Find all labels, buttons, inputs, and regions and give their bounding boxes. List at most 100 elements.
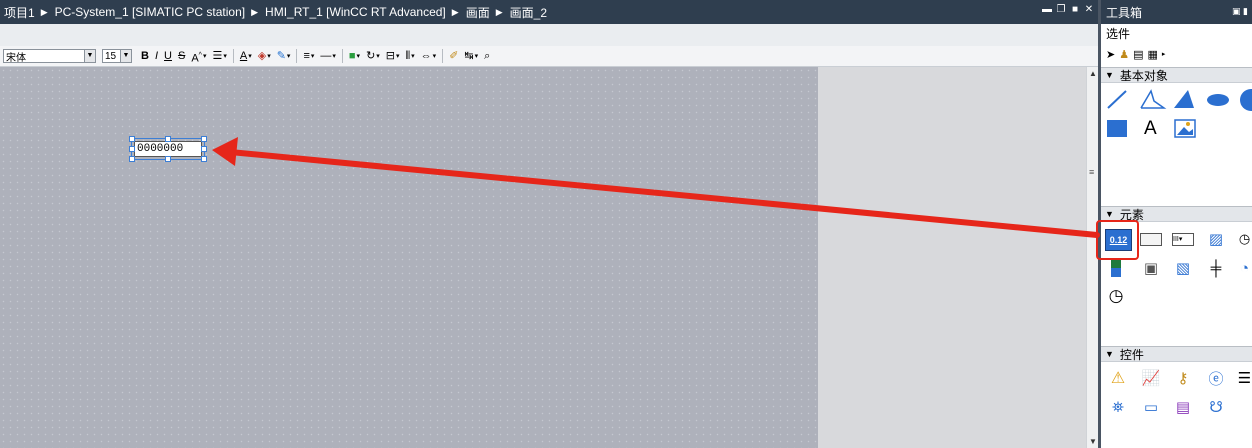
slider-icon[interactable]: ╪: [1205, 258, 1227, 278]
sm-ctrl-view-icon[interactable]: ⛯: [1107, 397, 1129, 417]
breadcrumb-separator-icon: ▶: [251, 6, 259, 17]
resize-handle[interactable]: [165, 136, 171, 142]
chevron-down-icon[interactable]: ▾: [248, 52, 252, 60]
font-name-select[interactable]: 宋体 ▼: [3, 49, 96, 64]
image-icon: [1174, 119, 1196, 138]
symbolic-io-field-icon[interactable]: III▾: [1172, 229, 1194, 249]
toolbox-header: 工具箱 ▣ ▮: [1101, 0, 1252, 24]
bar-icon[interactable]: [1105, 258, 1127, 278]
chevron-down-icon: ▼: [1105, 349, 1114, 359]
scroll-grip-icon[interactable]: ≡: [1089, 167, 1094, 177]
graphic-io-field-icon[interactable]: ▨: [1205, 229, 1227, 249]
switch-icon[interactable]: ▣: [1140, 258, 1162, 278]
screen-canvas[interactable]: [0, 67, 818, 448]
trend-view-icon[interactable]: 📈: [1140, 368, 1162, 388]
text-field-icon[interactable]: A: [1144, 118, 1157, 140]
chevron-down-icon[interactable]: ▾: [267, 52, 271, 60]
breadcrumb-separator-icon: ▶: [495, 6, 503, 17]
tab-order-icon[interactable]: ↹: [464, 48, 473, 64]
user-view-icon[interactable]: ⚷: [1172, 368, 1194, 388]
text-color-button[interactable]: A: [240, 48, 247, 64]
breadcrumb-screen-2[interactable]: 画面_2: [510, 4, 547, 21]
rotate-icon[interactable]: ↻: [366, 48, 375, 64]
chevron-down-icon[interactable]: ▾: [203, 52, 207, 60]
status-force-icon[interactable]: ☋: [1205, 397, 1227, 417]
recipe-view-icon[interactable]: ☰: [1237, 368, 1252, 388]
font-size-select[interactable]: 15 ▼: [102, 49, 132, 63]
resize-handle[interactable]: [129, 146, 135, 152]
resize-handle[interactable]: [201, 136, 207, 142]
gauge-icon[interactable]: ◔: [1237, 258, 1252, 278]
section-basic-objects[interactable]: ▼ 基本对象: [1101, 67, 1252, 83]
font-size-value: 15: [105, 50, 117, 62]
ellipse-icon: [1207, 94, 1229, 106]
date-time-field-icon[interactable]: ◷: [1237, 229, 1252, 249]
chevron-down-icon[interactable]: ▾: [376, 52, 380, 60]
line-weight-icon[interactable]: ≡: [303, 48, 309, 64]
align-icon[interactable]: ⊟: [386, 48, 395, 64]
layer-icon[interactable]: ■: [349, 48, 356, 64]
chevron-down-icon[interactable]: ▼: [84, 50, 95, 62]
resize-handle[interactable]: [165, 156, 171, 162]
fill-color-icon[interactable]: ◈: [258, 48, 266, 64]
chevron-down-icon[interactable]: ▼: [120, 50, 131, 62]
pointer-icon[interactable]: ➤: [1106, 48, 1115, 61]
toolbar-divider: [296, 49, 298, 63]
chevron-down-icon[interactable]: ▾: [223, 52, 227, 60]
resize-handle[interactable]: [129, 136, 135, 142]
resize-handle[interactable]: [201, 156, 207, 162]
pin-icon[interactable]: ▣ ▮: [1232, 6, 1248, 17]
button-tool-icon[interactable]: [1140, 229, 1162, 249]
chevron-down-icon[interactable]: ▾: [475, 52, 479, 60]
library-icon[interactable]: ▤: [1133, 48, 1143, 61]
same-size-icon[interactable]: ⇔: [421, 48, 432, 64]
system-diagnostics-icon[interactable]: ▭: [1140, 397, 1162, 417]
text-align-icon[interactable]: ☰: [212, 48, 222, 64]
io-field-value: 0000000: [134, 141, 202, 157]
chevron-down-icon[interactable]: ▾: [396, 52, 400, 60]
io-field[interactable]: 0000000: [129, 136, 207, 162]
font-grow-button[interactable]: A^: [191, 48, 202, 65]
underline-button[interactable]: U: [164, 48, 172, 64]
breadcrumb-hmi-runtime[interactable]: HMI_RT_1 [WinCC RT Advanced]: [265, 5, 446, 19]
restore-icon[interactable]: ❐: [1056, 5, 1066, 15]
chevron-down-icon[interactable]: ▾: [411, 52, 415, 60]
resize-handle[interactable]: [129, 156, 135, 162]
scroll-up-icon[interactable]: ▲: [1088, 69, 1098, 78]
symbol-library-icon[interactable]: ▧: [1172, 258, 1194, 278]
breadcrumb-separator-icon: ▶: [40, 6, 48, 17]
line-color-icon[interactable]: ✎: [277, 48, 286, 64]
section-basic-objects-label: 基本对象: [1119, 68, 1168, 83]
grid-view-icon[interactable]: ▦: [1148, 48, 1158, 61]
section-controls[interactable]: ▼ 控件: [1101, 346, 1252, 362]
chevron-down-icon[interactable]: ▾: [433, 52, 437, 60]
italic-button[interactable]: I: [155, 48, 158, 64]
line-style-icon[interactable]: —: [320, 48, 331, 64]
zoom-icon[interactable]: ⌕: [484, 48, 490, 64]
strikethrough-button[interactable]: S: [178, 48, 185, 64]
polyline-icon: [1140, 89, 1167, 109]
scroll-down-icon[interactable]: ▼: [1088, 437, 1098, 446]
format-painter-icon[interactable]: ✐: [449, 48, 458, 64]
chevron-down-icon[interactable]: ▾: [287, 52, 291, 60]
clock-icon[interactable]: ◷: [1105, 286, 1127, 306]
maximize-icon[interactable]: ■: [1070, 5, 1080, 15]
chevron-down-icon[interactable]: ▾: [311, 52, 315, 60]
distribute-icon[interactable]: ⫴: [406, 48, 411, 64]
chevron-down-icon[interactable]: ▾: [357, 52, 361, 60]
chevron-down-icon[interactable]: ▾: [332, 52, 336, 60]
breadcrumb-project[interactable]: 项目1: [4, 4, 35, 21]
alarm-view-icon[interactable]: ⚠: [1107, 368, 1129, 388]
minimize-icon[interactable]: ▬: [1042, 5, 1052, 15]
resize-handle[interactable]: [201, 146, 207, 152]
overflow-icon[interactable]: ▸: [1162, 50, 1166, 58]
html-browser-icon[interactable]: ⓔ: [1205, 368, 1227, 388]
breadcrumb-screens[interactable]: 画面: [466, 4, 490, 21]
user-icon[interactable]: ♟: [1119, 48, 1129, 61]
font-name-value: 宋体: [6, 52, 26, 64]
f-x-trend-view-icon[interactable]: ▤: [1172, 397, 1194, 417]
breadcrumb-pc-system[interactable]: PC-System_1 [SIMATIC PC station]: [55, 5, 246, 19]
close-icon[interactable]: ✕: [1084, 5, 1094, 15]
bold-button[interactable]: B: [141, 48, 149, 64]
chevron-down-icon: ▼: [1105, 209, 1114, 219]
